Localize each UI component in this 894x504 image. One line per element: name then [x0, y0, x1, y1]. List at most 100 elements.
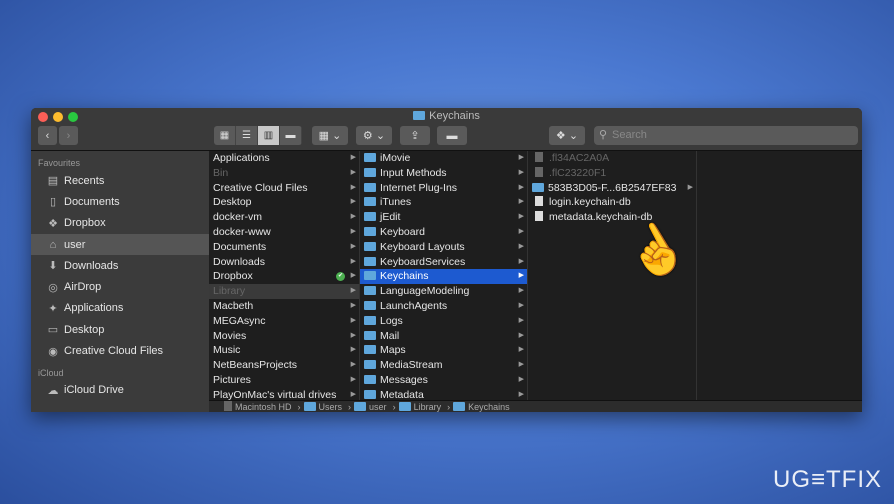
list-item[interactable]: Messages ▶: [360, 373, 527, 388]
item-label: iMovie: [380, 152, 411, 164]
list-item[interactable]: NetBeansProjects ▶: [209, 358, 359, 373]
list-item[interactable]: jEdit ▶: [360, 210, 527, 225]
action-gear-button[interactable]: ⚙ ⌄: [356, 126, 392, 145]
list-item[interactable]: Maps ▶: [360, 343, 527, 358]
list-item[interactable]: Library ▶: [209, 284, 359, 299]
folder-icon: [364, 182, 376, 192]
list-item[interactable]: .fl34AC2A0A: [528, 151, 696, 166]
path-item[interactable]: Macintosh HD: [221, 401, 295, 412]
list-item[interactable]: docker-vm ▶: [209, 210, 359, 225]
documents-icon: ▯: [49, 196, 57, 209]
sidebar-item-desktop[interactable]: ▭ Desktop: [31, 319, 209, 340]
list-item[interactable]: Music ▶: [209, 343, 359, 358]
dropbox-button[interactable]: ❖ ⌄: [549, 126, 585, 145]
sidebar-item-downloads[interactable]: ⬇ Downloads: [31, 255, 209, 276]
folder-icon: [413, 111, 426, 120]
search-input[interactable]: ⚲ Search: [594, 126, 858, 145]
list-item[interactable]: Documents ▶: [209, 240, 359, 255]
list-item[interactable]: MediaStream ▶: [360, 358, 527, 373]
path-separator-icon: ›: [447, 402, 451, 412]
dropbox-icon: ❖: [48, 217, 58, 230]
list-item[interactable]: Macbeth ▶: [209, 299, 359, 314]
item-label: Logs: [380, 314, 403, 327]
sidebar-item-documents[interactable]: ▯ Documents: [31, 191, 209, 212]
sidebar-item-dropbox[interactable]: ❖ Dropbox: [31, 213, 209, 234]
list-view-button[interactable]: ☰: [236, 126, 258, 145]
applications-icon: ✦: [48, 302, 58, 315]
folder-icon: [364, 256, 376, 266]
list-item[interactable]: Keyboard ▶: [360, 225, 527, 240]
list-item[interactable]: iTunes ▶: [360, 195, 527, 210]
forward-button[interactable]: ›: [59, 126, 78, 145]
item-label: metadata.keychain-db: [549, 211, 653, 224]
item-label: .flC23220F1: [549, 166, 607, 179]
folder-icon: [364, 374, 376, 384]
list-item[interactable]: login.keychain-db: [528, 195, 696, 210]
folder-icon: [364, 153, 376, 162]
sidebar-item-creative-cloud-files[interactable]: ◉ Creative Cloud Files: [31, 340, 209, 361]
folder-icon: [364, 271, 376, 281]
folder-icon: [364, 241, 376, 251]
column-preview: [697, 151, 862, 400]
chevron-right-icon: ▶: [518, 168, 524, 176]
share-button[interactable]: ⇪: [400, 126, 430, 145]
list-item[interactable]: docker-www ▶: [209, 225, 359, 240]
document-icon: [535, 152, 543, 162]
folder-icon: [303, 402, 316, 411]
sidebar-item-recents[interactable]: ▤ Recents: [31, 170, 209, 191]
list-item[interactable]: LaunchAgents ▶: [360, 299, 527, 314]
list-item[interactable]: Internet Plug-Ins ▶: [360, 181, 527, 196]
chevron-right-icon: ▶: [518, 361, 524, 369]
item-label: PlayOnMac's virtual drives: [213, 388, 337, 400]
list-item[interactable]: iMovie ▶: [360, 151, 527, 166]
icon-view-button[interactable]: ▦: [214, 126, 236, 145]
list-item[interactable]: LanguageModeling ▶: [360, 284, 527, 299]
icloud-drive-icon: ☁: [47, 384, 59, 397]
list-item[interactable]: Creative Cloud Files ▶: [209, 181, 359, 196]
path-separator-icon: ›: [392, 402, 396, 412]
group-button[interactable]: ▦ ⌄: [312, 126, 348, 145]
list-item[interactable]: 583B3D05-F...6B2547EF83 ▶: [528, 181, 696, 196]
list-item[interactable]: Bin ▶: [209, 166, 359, 181]
synced-check-icon: ✔: [336, 272, 345, 282]
back-button[interactable]: ‹: [38, 126, 57, 145]
item-label: Internet Plug-Ins: [380, 181, 458, 194]
chevron-right-icon: ▶: [350, 272, 356, 280]
list-item[interactable]: Logs ▶: [360, 314, 527, 329]
chevron-right-icon: ▶: [350, 183, 356, 191]
path-item[interactable]: Users: [303, 402, 346, 412]
list-item[interactable]: MEGAsync ▶: [209, 314, 359, 329]
list-item[interactable]: KeyboardServices ▶: [360, 255, 527, 270]
tags-button[interactable]: ▬: [437, 126, 467, 145]
column-view-button[interactable]: ▥: [258, 126, 280, 145]
list-item[interactable]: Movies ▶: [209, 329, 359, 344]
list-item[interactable]: Pictures ▶: [209, 373, 359, 388]
list-item[interactable]: PlayOnMac's virtual drives ▶: [209, 388, 359, 400]
folder-icon: [364, 330, 376, 340]
path-item[interactable]: user: [354, 402, 390, 412]
list-item[interactable]: Input Methods ▶: [360, 166, 527, 181]
sidebar-item-icloud-drive[interactable]: ☁ iCloud Drive: [31, 380, 209, 401]
list-item[interactable]: Metadata ▶: [360, 388, 527, 400]
path-item[interactable]: Keychains: [453, 402, 513, 412]
recents-icon: ▤: [47, 175, 59, 188]
sidebar-item-label: Desktop: [64, 323, 105, 336]
chevron-right-icon: ▶: [518, 257, 524, 265]
list-item[interactable]: .flC23220F1: [528, 166, 696, 181]
sidebar-item-airdrop[interactable]: ◎ AirDrop: [31, 276, 209, 297]
list-item[interactable]: Desktop ▶: [209, 195, 359, 210]
path-label: Users: [318, 402, 343, 412]
folder-icon: [364, 197, 376, 207]
chevron-right-icon: ▶: [518, 316, 524, 324]
list-item[interactable]: Downloads ▶: [209, 255, 359, 270]
list-item[interactable]: Dropbox ✔ ▶: [209, 269, 359, 284]
path-item[interactable]: Library: [398, 402, 445, 412]
list-item[interactable]: Keychains ▶: [360, 269, 527, 285]
sidebar-item-user[interactable]: ⌂ user: [31, 233, 209, 256]
gallery-view-button[interactable]: ▬: [280, 126, 302, 145]
list-item[interactable]: Keyboard Layouts ▶: [360, 240, 527, 255]
list-item[interactable]: Applications ▶: [209, 151, 359, 166]
document-icon: [535, 211, 543, 222]
list-item[interactable]: Mail ▶: [360, 329, 527, 344]
sidebar-item-applications[interactable]: ✦ Applications: [31, 298, 209, 319]
